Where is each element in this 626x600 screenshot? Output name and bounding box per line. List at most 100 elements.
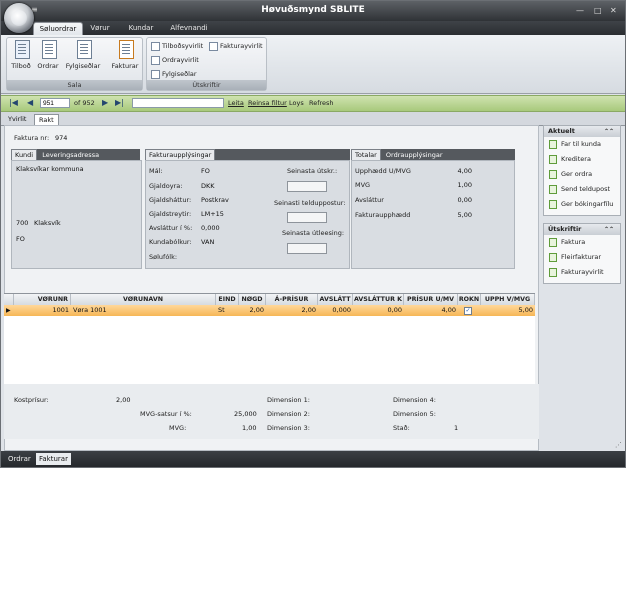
aktuelt-header[interactable]: Aktuelt ⌃⌃ [544,126,620,137]
invoice-number: 974 [55,134,68,142]
prev-record-icon[interactable]: ◀ [27,98,33,107]
title-bar: ≡ Høvuðsmynd SBLITE — □ ✕ [1,1,625,21]
application-orb-button[interactable] [4,3,34,33]
collapse-icon[interactable]: ⌃⌃ [604,224,614,235]
last-print-field[interactable] [287,181,327,192]
leita-link[interactable]: Leita [228,99,244,107]
refresh-link[interactable]: Refresh [309,99,334,107]
kostprisur-value: 2,00 [116,396,131,404]
cell-eind[interactable]: St [216,305,239,316]
last-export-field[interactable] [287,243,327,254]
cell-vorunr[interactable]: 1001 [14,305,71,316]
totals-tabs: Totalar Ordraupplýsingar [351,149,515,160]
total-value: 4,00 [457,167,472,175]
invoice-lines-grid: VØRUNR VØRUNAVN EIND NØGD Á-PRÍSUR AVSLÁ… [4,293,535,384]
cell-vorunavn[interactable]: Vøra 1001 [71,305,216,316]
first-record-icon[interactable]: |◀ [9,98,18,107]
tab-ordrar[interactable]: Ordrar [5,453,34,465]
col-upph[interactable]: UPPH V/MVG [481,294,535,305]
dimension-2-label: Dimension 2: [267,410,310,418]
field-label: Mál: [149,167,163,175]
total-label: Upphædd U/MVG [355,167,411,175]
maximize-icon[interactable]: □ [594,6,602,15]
ordrar-button[interactable]: Ordrar [36,40,60,70]
col-avslatt[interactable]: AVSLÁTT [318,294,353,305]
cell-nogd[interactable]: 2,00 [239,305,266,316]
col-avslatturk[interactable]: AVSLÁTTUR K [353,294,404,305]
ordrayvirlit-button[interactable]: Ordrayvirlit [151,55,199,66]
far-til-kunda-link[interactable]: Far til kunda [544,137,620,152]
field-value: Postkrav [201,196,229,204]
stad-value: 1 [454,424,459,432]
ger-bokingarfilu-link[interactable]: Ger bókingarfílu [544,197,620,212]
tab-fakturaupplysingar[interactable]: Fakturaupplýsingar [145,149,216,160]
fylgisedlar-print-button[interactable]: Fylgiseðlar [151,69,197,80]
rokn-checkbox[interactable]: ✓ [464,307,472,315]
aktuelt-title: Aktuelt [548,127,575,135]
total-value: 1,00 [457,181,472,189]
col-vorunavn[interactable]: VØRUNAVN [71,294,216,305]
print-icon [151,55,160,65]
send-teldupost-link[interactable]: Send teldupost [544,182,620,197]
fakturayvirlit-link[interactable]: Fakturayvirlit [544,265,620,280]
col-nogd[interactable]: NØGD [239,294,266,305]
tab-kundar[interactable]: Kundar [123,22,159,35]
col-eind[interactable]: EIND [216,294,239,305]
next-record-icon[interactable]: ▶ [102,98,108,107]
fakturayvirlit-button[interactable]: Fakturayvirlit [209,41,263,52]
customer-panel: Klaksvíkar kommuna 700 Klaksvík FO [11,160,142,269]
resize-grip-icon[interactable]: ⋰ [615,441,622,449]
col-vorunr[interactable]: VØRUNR [14,294,71,305]
fleirfakturar-link[interactable]: Fleirfakturar [544,250,620,265]
loys-link[interactable]: Loys [289,99,304,107]
tab-totalar[interactable]: Totalar [351,149,381,160]
table-row[interactable]: ▶ 1001 Vøra 1001 St 2,00 2,00 0,000 0,00… [4,305,535,316]
field-value: LM+15 [201,210,224,218]
col-aprisur[interactable]: Á-PRÍSUR [266,294,318,305]
cell-prisur[interactable]: 4,00 [404,305,458,316]
line-details: Kostprísur: 2,00 MVG-satsur í %: 25,000 … [4,384,539,439]
tab-ordraupplysingar[interactable]: Ordraupplýsingar [383,151,443,159]
stad-label: Stað: [393,424,410,432]
col-prisur[interactable]: PRÍSUR U/MV [404,294,458,305]
ger-ordra-link[interactable]: Ger ordra [544,167,620,182]
faktura-print-link[interactable]: Faktura [544,235,620,250]
print-label: Fakturayvirlit [561,268,604,276]
utskriftir-header[interactable]: Útskriftir ⌃⌃ [544,224,620,235]
main-window: ≡ Høvuðsmynd SBLITE — □ ✕ Søluordrar Vør… [0,0,626,468]
kreditera-link[interactable]: Kreditera [544,152,620,167]
collapse-icon[interactable]: ⌃⌃ [604,126,614,137]
record-number-input[interactable] [40,98,70,108]
last-record-icon[interactable]: ▶| [115,98,124,107]
cell-avslatt[interactable]: 0,000 [318,305,353,316]
tab-soluordrar[interactable]: Søluordrar [33,22,83,36]
cell-aprisur[interactable]: 2,00 [266,305,318,316]
tilbod-button[interactable]: Tilboð [10,40,32,70]
reinsa-filtur-link[interactable]: Reinsa filtur [248,99,287,107]
tab-alfevnandi[interactable]: Alfevnandi [167,22,211,35]
tab-kundi[interactable]: Kundi [11,149,38,160]
col-rokn[interactable]: ROKN [458,294,481,305]
tab-vorur[interactable]: Vørur [85,22,115,35]
customer-tabs: Kundi Leveringsadressa [11,149,140,160]
print-icon [151,69,160,79]
tilbodsyvirlit-button[interactable]: Tilboðsyvirlit [151,41,203,52]
print-icon [209,41,218,51]
tab-fakturar[interactable]: Fakturar [36,453,71,465]
ribbon: Tilboð Ordrar Fylgiseðlar Fakturar Sala … [1,35,625,94]
tab-leveringsadressa[interactable]: Leveringsadressa [39,151,99,159]
cell-upph[interactable]: 5,00 [481,305,535,316]
fakturar-button[interactable]: Fakturar [110,40,140,70]
search-input[interactable] [132,98,224,108]
close-icon[interactable]: ✕ [610,6,617,15]
total-value: 0,00 [457,196,472,204]
fylgisedlar-button[interactable]: Fylgiseðlar [64,40,102,70]
group-sala-label: Sala [7,80,142,90]
last-email-field[interactable] [287,212,327,223]
tab-yvirlit[interactable]: Yvirlit [4,114,30,125]
minimize-icon[interactable]: — [576,6,584,15]
field-value: VAN [201,238,215,246]
group-utskriftir: Tilboðsyvirlit Fakturayvirlit Ordrayvirl… [146,37,267,91]
ribbon-tabs: Søluordrar Vørur Kundar Alfevnandi [1,21,625,36]
cell-avslatturk[interactable]: 0,00 [353,305,404,316]
